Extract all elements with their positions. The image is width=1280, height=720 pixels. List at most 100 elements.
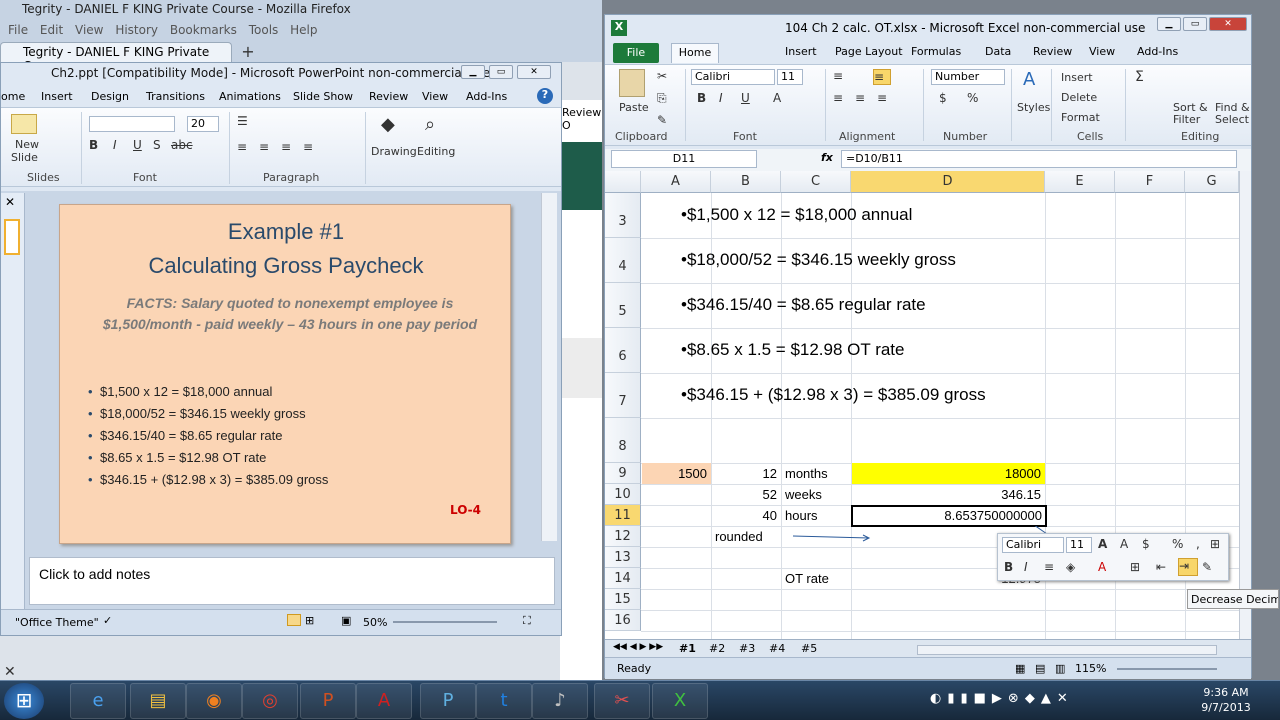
row-header[interactable]: 7 bbox=[605, 373, 641, 418]
cell-text[interactable]: •$346.15/40 = $8.65 regular rate bbox=[681, 295, 926, 315]
shrink-font-icon[interactable]: A bbox=[1120, 537, 1128, 551]
tab-formulas[interactable]: Formulas bbox=[911, 45, 961, 58]
binoculars-icon[interactable]: ⌕ bbox=[425, 114, 435, 135]
drawing-label[interactable]: Drawing bbox=[371, 145, 417, 158]
autosum-icon[interactable]: Σ bbox=[1135, 69, 1144, 85]
insert-cells-button[interactable]: Insert bbox=[1061, 71, 1093, 84]
minimize-button[interactable]: ▁ bbox=[1157, 17, 1181, 31]
slide-canvas[interactable]: Example #1 Calculating Gross Paycheck FA… bbox=[59, 204, 511, 544]
tab-transitions[interactable]: Transitions bbox=[146, 90, 205, 103]
sheet-nav-icon[interactable]: ◀◀ ◀ ▶ ▶▶ bbox=[613, 642, 663, 652]
spellcheck-icon[interactable]: ✓ bbox=[103, 614, 112, 627]
mini-italic-button[interactable]: I bbox=[1024, 560, 1028, 574]
close-panel-icon[interactable]: ✕ bbox=[5, 195, 15, 209]
tab-home[interactable]: Home bbox=[671, 43, 719, 63]
styles-icon[interactable]: A bbox=[1023, 69, 1035, 90]
tab-page-layout[interactable]: Page Layout bbox=[835, 45, 903, 58]
column-header-d[interactable]: D bbox=[851, 171, 1045, 193]
fill-color-icon[interactable]: ◈ bbox=[1066, 560, 1075, 574]
sorter-view-icon[interactable]: ⊞ bbox=[305, 614, 314, 627]
tab-view[interactable]: View bbox=[1089, 45, 1115, 58]
row-header[interactable]: 5 bbox=[605, 283, 641, 328]
tab-insert[interactable]: Insert bbox=[785, 45, 817, 58]
tab-home[interactable]: ome bbox=[1, 90, 25, 103]
sheet-tab-3[interactable]: #3 bbox=[739, 642, 755, 655]
tab-file[interactable]: File bbox=[613, 43, 659, 63]
row-header[interactable]: 9 bbox=[605, 463, 641, 484]
app-icon[interactable]: P bbox=[420, 683, 476, 719]
percent-button[interactable]: % bbox=[967, 91, 978, 105]
close-button[interactable]: ✕ bbox=[517, 65, 551, 79]
italic-button[interactable]: I bbox=[719, 91, 723, 105]
number-format-box[interactable]: Number bbox=[931, 69, 1005, 85]
styles-label[interactable]: Styles bbox=[1017, 101, 1050, 114]
maximize-button[interactable]: ▭ bbox=[489, 65, 513, 79]
tab-slide-show[interactable]: Slide Show bbox=[293, 90, 353, 103]
tab-add-ins[interactable]: Add-Ins bbox=[1137, 45, 1178, 58]
cell-text[interactable]: •$346.15 + ($12.98 x 3) = $385.09 gross bbox=[681, 385, 986, 405]
tab-add-ins[interactable]: Add-Ins bbox=[466, 90, 507, 103]
sheet-tab-2[interactable]: #2 bbox=[709, 642, 725, 655]
folder-icon[interactable]: ▤ bbox=[130, 683, 186, 719]
acrobat-icon[interactable]: A bbox=[356, 683, 412, 719]
tab-animations[interactable]: Animations bbox=[219, 90, 281, 103]
start-button[interactable]: ⊞ bbox=[4, 683, 44, 719]
cell-c9[interactable]: months bbox=[785, 463, 828, 484]
justify-icon[interactable]: ≡ bbox=[303, 140, 313, 154]
itunes-icon[interactable]: ♪ bbox=[532, 683, 588, 719]
new-slide-icon[interactable] bbox=[11, 114, 37, 134]
sheet-tab-1[interactable]: #1 bbox=[679, 642, 696, 655]
browser-tab[interactable]: Tegrity - DANIEL F KING Private Course bbox=[0, 42, 232, 73]
tab-view[interactable]: View bbox=[422, 90, 448, 103]
row-header[interactable]: 6 bbox=[605, 328, 641, 373]
maximize-button[interactable]: ▭ bbox=[1183, 17, 1207, 31]
font-color-icon[interactable]: A bbox=[773, 91, 781, 105]
select-all-corner[interactable] bbox=[605, 171, 641, 193]
zoom-level[interactable]: 50% bbox=[363, 616, 387, 629]
align-left-icon[interactable]: ≡ bbox=[237, 140, 247, 154]
row-header[interactable]: 13 bbox=[605, 547, 641, 568]
row-header[interactable]: 14 bbox=[605, 568, 641, 589]
paste-label[interactable]: Paste bbox=[619, 101, 649, 114]
format-painter-icon[interactable]: ✎ bbox=[657, 113, 667, 127]
column-header-c[interactable]: C bbox=[781, 171, 851, 193]
menu-help[interactable]: Help bbox=[290, 23, 317, 37]
mini-size-box[interactable]: 11 bbox=[1066, 537, 1092, 553]
increase-decimal-icon[interactable]: ⇤ bbox=[1156, 560, 1166, 574]
underline-button[interactable]: U bbox=[741, 91, 750, 105]
mini-center-icon[interactable]: ≡ bbox=[1044, 560, 1054, 574]
currency-button[interactable]: $ bbox=[939, 91, 947, 105]
delete-cells-button[interactable]: Delete bbox=[1061, 91, 1097, 104]
percent-icon[interactable]: % bbox=[1172, 537, 1183, 551]
currency-icon[interactable]: $ bbox=[1142, 537, 1150, 551]
excel-icon[interactable]: X bbox=[652, 683, 708, 719]
cell-text[interactable]: •$18,000/52 = $346.15 weekly gross bbox=[681, 250, 956, 270]
fit-slide-icon[interactable]: ⛶ bbox=[523, 614, 531, 628]
column-header-e[interactable]: E bbox=[1045, 171, 1115, 193]
align-right-icon[interactable]: ≡ bbox=[877, 91, 887, 105]
menu-view[interactable]: View bbox=[75, 23, 103, 37]
mini-font-box[interactable]: Calibri bbox=[1002, 537, 1064, 553]
font-name-box[interactable]: Calibri bbox=[691, 69, 775, 85]
slide-thumbnail[interactable] bbox=[4, 219, 20, 255]
cell-text[interactable]: •$1,500 x 12 = $18,000 annual bbox=[681, 205, 912, 225]
mini-bold-button[interactable]: B bbox=[1004, 560, 1013, 574]
ppt-vertical-scrollbar[interactable] bbox=[541, 193, 557, 541]
column-header-f[interactable]: F bbox=[1115, 171, 1185, 193]
tab-review[interactable]: Review bbox=[369, 90, 408, 103]
help-icon[interactable]: ? bbox=[537, 88, 553, 104]
bullets-icon[interactable]: ☰ bbox=[237, 114, 248, 128]
row-header[interactable]: 15 bbox=[605, 589, 641, 610]
page-break-icon[interactable]: ▥ bbox=[1055, 662, 1065, 675]
cell-b10[interactable]: 52 bbox=[712, 484, 781, 505]
new-slide-label[interactable]: New bbox=[15, 138, 39, 151]
fx-icon[interactable]: fx bbox=[821, 151, 833, 164]
merge-icon[interactable]: ⊞ bbox=[1210, 537, 1220, 551]
cell-text[interactable]: •$8.65 x 1.5 = $12.98 OT rate bbox=[681, 340, 904, 360]
page-layout-icon[interactable]: ▤ bbox=[1035, 662, 1045, 675]
normal-view-icon[interactable]: ▦ bbox=[1015, 662, 1025, 675]
cell-b11[interactable]: 40 bbox=[712, 505, 781, 526]
cut-icon[interactable]: ✂ bbox=[657, 69, 667, 83]
decrease-decimal-icon[interactable]: ⇥ bbox=[1178, 558, 1198, 576]
slideshow-view-icon[interactable]: ▣ bbox=[341, 614, 351, 627]
